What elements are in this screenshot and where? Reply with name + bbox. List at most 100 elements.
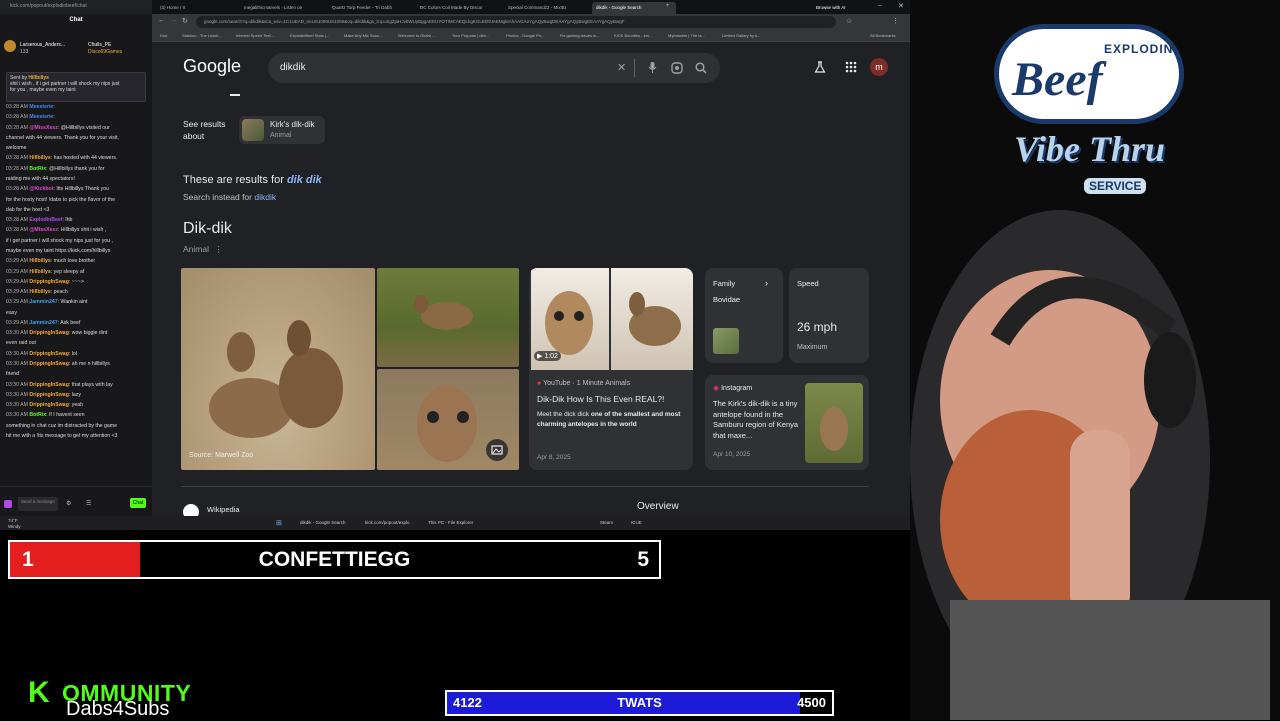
reload-icon[interactable]: ↻ <box>182 17 188 25</box>
chat-input[interactable]: Send a message <box>18 497 58 511</box>
account-avatar[interactable]: m <box>870 58 888 76</box>
viewer-name-right2[interactable]: Disco69Games <box>88 49 122 55</box>
bookmark-item[interactable]: Internet Speed Test... <box>236 33 274 38</box>
forward-icon[interactable]: → <box>170 17 177 24</box>
viewer-name-right[interactable]: Chulls_PE <box>88 42 111 48</box>
chat-username[interactable]: DrippingInSwag <box>29 402 68 408</box>
search-icon[interactable] <box>695 62 707 74</box>
video-card[interactable]: ▶ 1:02 ● YouTube · 1 Minute Animals Dik-… <box>529 268 693 470</box>
corrected-term-link[interactable]: dik dik <box>287 174 322 186</box>
google-logo[interactable]: Google <box>183 56 241 77</box>
video-title[interactable]: Dik-Dik How Is This Even REAL?! <box>537 394 664 405</box>
chat-message: channel with 44 viewers. Thank you for y… <box>6 135 146 142</box>
bookmark-item[interactable]: Fix gaming issues w... <box>560 33 599 38</box>
bookmark-item[interactable]: Myinstants | The la... <box>668 33 705 38</box>
knowledge-panel-subtitle: Animal ⋮ <box>183 244 223 254</box>
clear-icon[interactable]: ✕ <box>617 61 626 74</box>
tab-quartz[interactable]: Quartz Torp Feeder - Tri Dabb <box>328 2 412 14</box>
goal-bar-confettiegg: 1 CONFETTIEGG 5 <box>8 540 661 579</box>
apps-grid-icon[interactable] <box>845 61 857 73</box>
bookmark-item[interactable]: All Bookmarks <box>870 33 896 38</box>
chat-username[interactable]: @MissXssz <box>29 227 57 233</box>
new-tab-icon[interactable]: + <box>666 3 670 9</box>
chat-username[interactable]: Hillbillys <box>29 289 50 295</box>
bookmark-item[interactable]: Your Purpose | dict... <box>452 33 489 38</box>
bookmark-item[interactable]: Limited Gallery by k... <box>722 33 760 38</box>
browse-with-ai[interactable]: Browse with AI <box>812 2 872 14</box>
chat-username[interactable]: Jammin247 <box>29 299 57 305</box>
emote-icon[interactable] <box>4 500 12 508</box>
chat-text: Itts Hillbillys Thank you <box>56 186 110 193</box>
dikdik-image-grass[interactable] <box>377 268 519 367</box>
pinned-message[interactable]: Sent by Hillbillys shit i wish , if i ge… <box>6 72 146 102</box>
tab-x[interactable]: (3) Home / X <box>156 2 236 14</box>
dikdik-image-main[interactable]: Source: Marwell Zoo <box>181 268 375 470</box>
family-value: Bovidae <box>713 295 741 304</box>
entity-chip-kirks-dikdik[interactable]: Kirk's dik-dik Animal <box>239 116 325 144</box>
lens-icon[interactable] <box>671 62 683 74</box>
tab-megalithic[interactable]: megalithicmarvels - Listen on <box>240 2 324 14</box>
more-options-icon[interactable]: ⋮ <box>214 244 223 254</box>
bookmark-star-icon[interactable]: ☆ <box>846 17 852 25</box>
viewer-avatar <box>4 40 16 52</box>
chat-username[interactable]: @MissXssz <box>29 125 57 131</box>
chat-username[interactable]: DrippingInSwag <box>29 392 68 398</box>
bookmark-item[interactable]: Stakkun - The Leadi... <box>182 33 221 38</box>
chat-message: welcome <box>6 145 146 152</box>
chat-username[interactable]: BotRix <box>29 412 46 418</box>
taskbar-steam[interactable]: Steam <box>600 520 613 525</box>
chat-message: dab for the host <3 <box>6 207 146 214</box>
tab-dc-colors[interactable]: DC Colors Coil Made By Discor <box>416 2 500 14</box>
bookmark-item[interactable]: Make Any Mic Soun... <box>344 33 383 38</box>
chat-username[interactable]: Meesterie <box>29 114 53 120</box>
chat-username[interactable]: Hillbillys <box>29 269 50 275</box>
chat-username[interactable]: DrippingInSwag <box>29 361 68 367</box>
dikdik-image-face[interactable] <box>377 369 519 470</box>
bookmark-item[interactable]: Photos - Google Ph... <box>506 33 544 38</box>
chat-username[interactable]: DrippingInSwag <box>29 330 68 336</box>
bookmark-item[interactable]: KICK Bounties - em... <box>614 33 652 38</box>
original-term-link[interactable]: dikdik <box>254 192 276 202</box>
minimize-icon[interactable]: – <box>878 2 882 9</box>
chat-username[interactable]: DrippingInSwag <box>29 351 68 357</box>
back-icon[interactable]: ← <box>158 17 165 24</box>
taskbar-kick[interactable]: kick.com/popout/explo <box>365 520 410 525</box>
speed-card[interactable]: Speed 26 mph Maximum <box>789 268 869 363</box>
chat-users-icon[interactable]: ☰ <box>86 500 91 507</box>
labs-flask-icon[interactable] <box>814 61 826 73</box>
chat-username[interactable]: Hillbillys <box>29 155 50 161</box>
taskbar-explorer[interactable]: This PC - File Explorer <box>428 520 473 525</box>
chat-username[interactable]: BotRix <box>29 166 46 172</box>
chat-message: 03:28 AM BotRix: @Hillbillys thank you f… <box>6 165 105 172</box>
viewer-name-left[interactable]: Larserous_Anders... <box>20 42 65 48</box>
chat-settings-icon[interactable]: ⚙ <box>66 500 71 507</box>
family-card[interactable]: Family › Bovidae <box>705 268 783 363</box>
search-box[interactable]: dikdik ✕ <box>268 53 720 83</box>
chat-username[interactable]: Meesterie <box>29 104 53 110</box>
close-window-icon[interactable]: ✕ <box>898 2 904 10</box>
voice-search-icon[interactable] <box>648 62 657 74</box>
chat-username[interactable]: Hillbillys <box>29 258 50 264</box>
bookmark-item[interactable]: ExplodinBeef Stats |... <box>290 33 329 38</box>
menu-icon[interactable]: ⋮ <box>892 17 899 25</box>
search-input[interactable]: dikdik <box>280 62 306 73</box>
bookmark-item[interactable]: Kick <box>160 33 168 38</box>
chat-username[interactable]: DrippingInSwag <box>29 279 68 285</box>
chat-username[interactable]: @Kickbot <box>29 186 53 192</box>
chat-message: 03:28 AM @MissXssz: Hillbillys shit i wi… <box>6 227 107 234</box>
bookmark-item[interactable]: Welcome to Okdivi... <box>398 33 435 38</box>
wikipedia-source[interactable]: Wikipedia <box>207 505 240 514</box>
chat-send-button[interactable]: Chat <box>130 498 146 508</box>
speed-value: 26 mph <box>797 320 838 334</box>
chat-username[interactable]: Jammin247 <box>29 320 57 326</box>
instagram-card[interactable]: ◉ Instagram The Kirk's dik-dik is a tiny… <box>705 375 869 470</box>
taskbar-chrome[interactable]: dikdik - Google Search <box>300 520 346 525</box>
chat-username[interactable]: DrippingInSwag <box>29 382 68 388</box>
windows-start-icon[interactable]: ⊞ <box>276 519 282 527</box>
tab-special[interactable]: Special Commandz2 - MixItU <box>504 2 588 14</box>
address-bar[interactable]: google.com/search?q=dikdik&sca_esv=1C1UE… <box>196 16 836 28</box>
taskbar-icue[interactable]: ICUE <box>631 520 642 525</box>
chat-username[interactable]: ExplodinBeef <box>29 217 62 223</box>
tab-dikdik[interactable]: dikdik - Google Search <box>592 2 676 14</box>
more-images-icon[interactable] <box>486 439 508 461</box>
